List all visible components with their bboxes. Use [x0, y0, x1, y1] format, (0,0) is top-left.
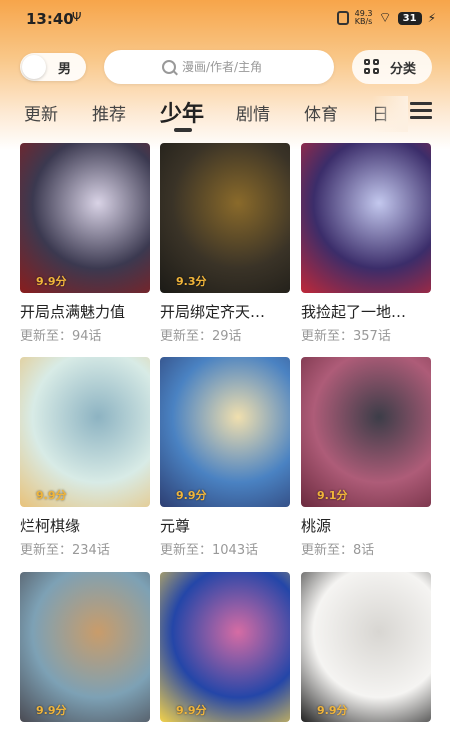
comic-title[interactable]: 烂柯棋缘: [20, 515, 150, 536]
network-speed-unit: KB/s: [354, 17, 373, 26]
comic-update: 更新至：1043话: [160, 543, 259, 558]
comic-update: 更新至：29话: [160, 329, 242, 344]
category-grid-icon: [364, 59, 380, 75]
vibrate-icon: [336, 11, 349, 25]
comic-cover[interactable]: 9.9分: [20, 143, 150, 293]
comic-score: 9.9分: [36, 275, 67, 288]
comic-title[interactable]: 开局点满魅力值: [20, 301, 150, 322]
tab-shaonian[interactable]: 少年: [160, 96, 204, 128]
charging-icon: ⚡: [427, 11, 436, 25]
comic-score: 9.9分: [176, 704, 207, 717]
category-tabs: 更新 推荐 少年 剧情 体育 日: [0, 96, 450, 136]
comic-cover[interactable]: 9.9分: [160, 357, 290, 507]
comic-title[interactable]: 桃源: [301, 515, 431, 536]
comic-cover[interactable]: 9.9分: [160, 572, 290, 722]
comic-title[interactable]: 开局绑定齐天…: [160, 301, 290, 322]
search-input[interactable]: 漫画/作者/主角: [104, 50, 334, 84]
comic-update: 更新至：357话: [301, 329, 391, 344]
comic-update: 更新至：94话: [20, 329, 102, 344]
comic-score: 9.9分: [36, 704, 67, 717]
search-placeholder: 漫画/作者/主角: [182, 60, 263, 74]
comic-cover[interactable]: 9.3分: [160, 143, 290, 293]
usb-icon: Ψ: [72, 10, 82, 24]
comic-cover[interactable]: 9.9分: [20, 572, 150, 722]
gender-label: 男: [58, 62, 72, 77]
comic-title[interactable]: 元尊: [160, 515, 290, 536]
comic-cover[interactable]: 9.9分: [301, 572, 431, 722]
battery-icon: 31: [397, 11, 422, 25]
tab-sports[interactable]: 体育: [304, 100, 338, 125]
category-button[interactable]: 分类: [352, 50, 432, 84]
tab-story[interactable]: 剧情: [236, 100, 270, 125]
network-speed: 49.3 KB/s: [355, 10, 373, 26]
comic-score: 9.3分: [176, 275, 207, 288]
search-icon: [162, 60, 176, 74]
comic-score: 9.9分: [176, 489, 207, 502]
toggle-knob: [22, 55, 46, 79]
comic-update: 更新至：234话: [20, 543, 110, 558]
comic-title[interactable]: 我捡起了一地…: [301, 301, 431, 322]
tab-update[interactable]: 更新: [24, 100, 58, 125]
gender-toggle[interactable]: 男: [20, 53, 86, 81]
comic-update: 更新至：8话: [301, 543, 375, 558]
comic-score: 9.9分: [36, 489, 67, 502]
status-icons: 49.3 KB/s ⌔ 31 ⚡: [336, 9, 436, 27]
tab-recommend[interactable]: 推荐: [92, 100, 126, 125]
comic-cover[interactable]: 9.1分: [301, 357, 431, 507]
comic-score: 9.9分: [317, 704, 348, 717]
status-bar: 13:40 Ψ 49.3 KB/s ⌔ 31 ⚡: [0, 0, 450, 36]
comic-cover[interactable]: 9.9分: [20, 357, 150, 507]
comic-cover[interactable]: [301, 143, 431, 293]
comic-score: 9.1分: [317, 489, 348, 502]
wifi-icon: ⌔: [378, 10, 392, 26]
status-time: 13:40: [26, 10, 74, 28]
tab-active-indicator: [174, 128, 192, 132]
category-label: 分类: [390, 62, 417, 77]
menu-icon[interactable]: [410, 102, 432, 120]
tabs-fade: [372, 96, 408, 132]
